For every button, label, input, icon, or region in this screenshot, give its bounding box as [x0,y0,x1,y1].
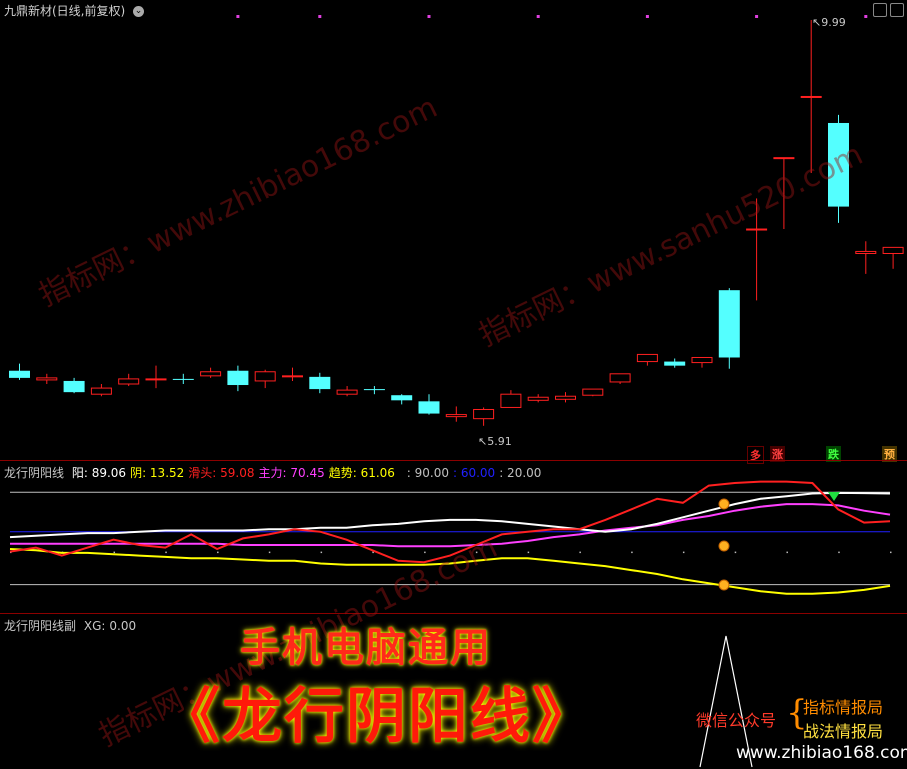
osc-header: 龙行阴阳线 阳: 89.06 阴: 13.52 滑头: 59.08 主力: 70.45… [4,464,549,481]
candle-body [855,250,877,254]
dot-mark [786,551,788,554]
period-marker [864,15,868,18]
dot-mark [734,551,737,554]
osc-label: 滑头: 59.08 [188,466,255,480]
xg-value: 0.00 [109,619,137,633]
candle-body [200,371,222,377]
candle-body [636,353,658,363]
website-url: www.zhibiao168.com [736,743,907,763]
low-price-label: ↖5.91 [478,435,512,448]
candle-body [9,370,30,378]
xg-label: XG: [83,619,106,633]
sub-header: 龙行阴阳线副 XG: 0.00 [4,617,140,634]
wechat-label: 微信公众号 [696,711,777,730]
dot-mark [320,551,323,554]
candle-body [582,388,604,396]
account-name-1: 指标情报局 [803,698,884,717]
period-marker [427,15,431,18]
osc-levels: : 90.00: 60.00: 20.00 [407,466,546,480]
candle-body [800,95,822,98]
dot-mark [890,551,892,554]
dot-mark [165,551,167,554]
yang-line [9,491,891,539]
candle-body [664,361,686,366]
minimize-icon[interactable] [873,3,887,17]
candle-body [309,376,331,390]
dot-mark [631,551,633,554]
dot-mark [579,551,581,554]
sub-indicator-name[interactable]: 龙行阴阳线副 [4,619,76,633]
candle-body [391,395,413,401]
dot-mark [268,551,271,554]
promo-line2: 《龙行阴阳线》 [160,682,594,752]
dot-mark [113,551,116,554]
candle-body [527,396,549,401]
candle-body [336,389,358,395]
period-marker [318,15,322,18]
osc-label: 趋势: 61.06 [328,466,395,480]
candle-body [363,389,385,391]
osc-level: : 90.00 [406,466,449,480]
candle-body [746,228,768,231]
candle-body [473,408,495,420]
stock-title: 九鼎新材(日线,前复权) [4,4,126,18]
low-price-value: 5.91 [487,435,512,448]
candle-body [118,378,140,385]
osc-level: : 20.00 [499,466,542,480]
osc-label: 阴: 13.52 [130,466,185,480]
period-marker [236,15,240,18]
candle-body [718,290,740,358]
dot-mark [838,551,840,554]
coin-icon [718,579,730,591]
candle-body [63,380,85,393]
candle-body [227,370,249,386]
promo-line1: 手机电脑通用 [240,625,492,671]
collapse-icon[interactable] [890,3,904,17]
osc-label: 阳: 89.06 [71,466,127,480]
candle-body [145,378,167,381]
candle-body [882,246,904,254]
candle-body [609,373,631,383]
high-price-label: ↖9.99 [812,16,846,29]
high-price-value: 9.99 [821,16,846,29]
main-title-bar: 九鼎新材(日线,前复权) ⌄ [4,2,148,19]
candle-body [691,356,713,364]
dot-mark [682,551,685,554]
osc-label: 主力: 70.45 [258,466,325,480]
candle-body [254,371,276,382]
account-name-2: 战法情报局 [803,722,884,741]
candle-body [445,414,467,418]
osc-level: : 60.00 [452,466,496,480]
candle-body [418,401,440,414]
osc-indicator-name[interactable]: 龙行阴阳线 [4,466,64,480]
dot-mark [527,551,530,554]
osc-values: 阳: 89.06 阴: 13.52 滑头: 59.08 主力: 70.45 趋势: 61… [72,466,399,480]
coin-icon [718,498,730,510]
candle-body [500,393,522,408]
candle-body [90,387,112,395]
period-marker [645,15,649,18]
candle-body [172,378,194,380]
period-marker [536,15,540,18]
dot-mark [217,551,219,554]
coin-icon [718,540,730,552]
candle-body [282,375,303,378]
period-marker [755,15,759,18]
candle-body [36,377,58,381]
candle-body [555,395,576,400]
chevron-down-icon[interactable]: ⌄ [133,6,145,17]
